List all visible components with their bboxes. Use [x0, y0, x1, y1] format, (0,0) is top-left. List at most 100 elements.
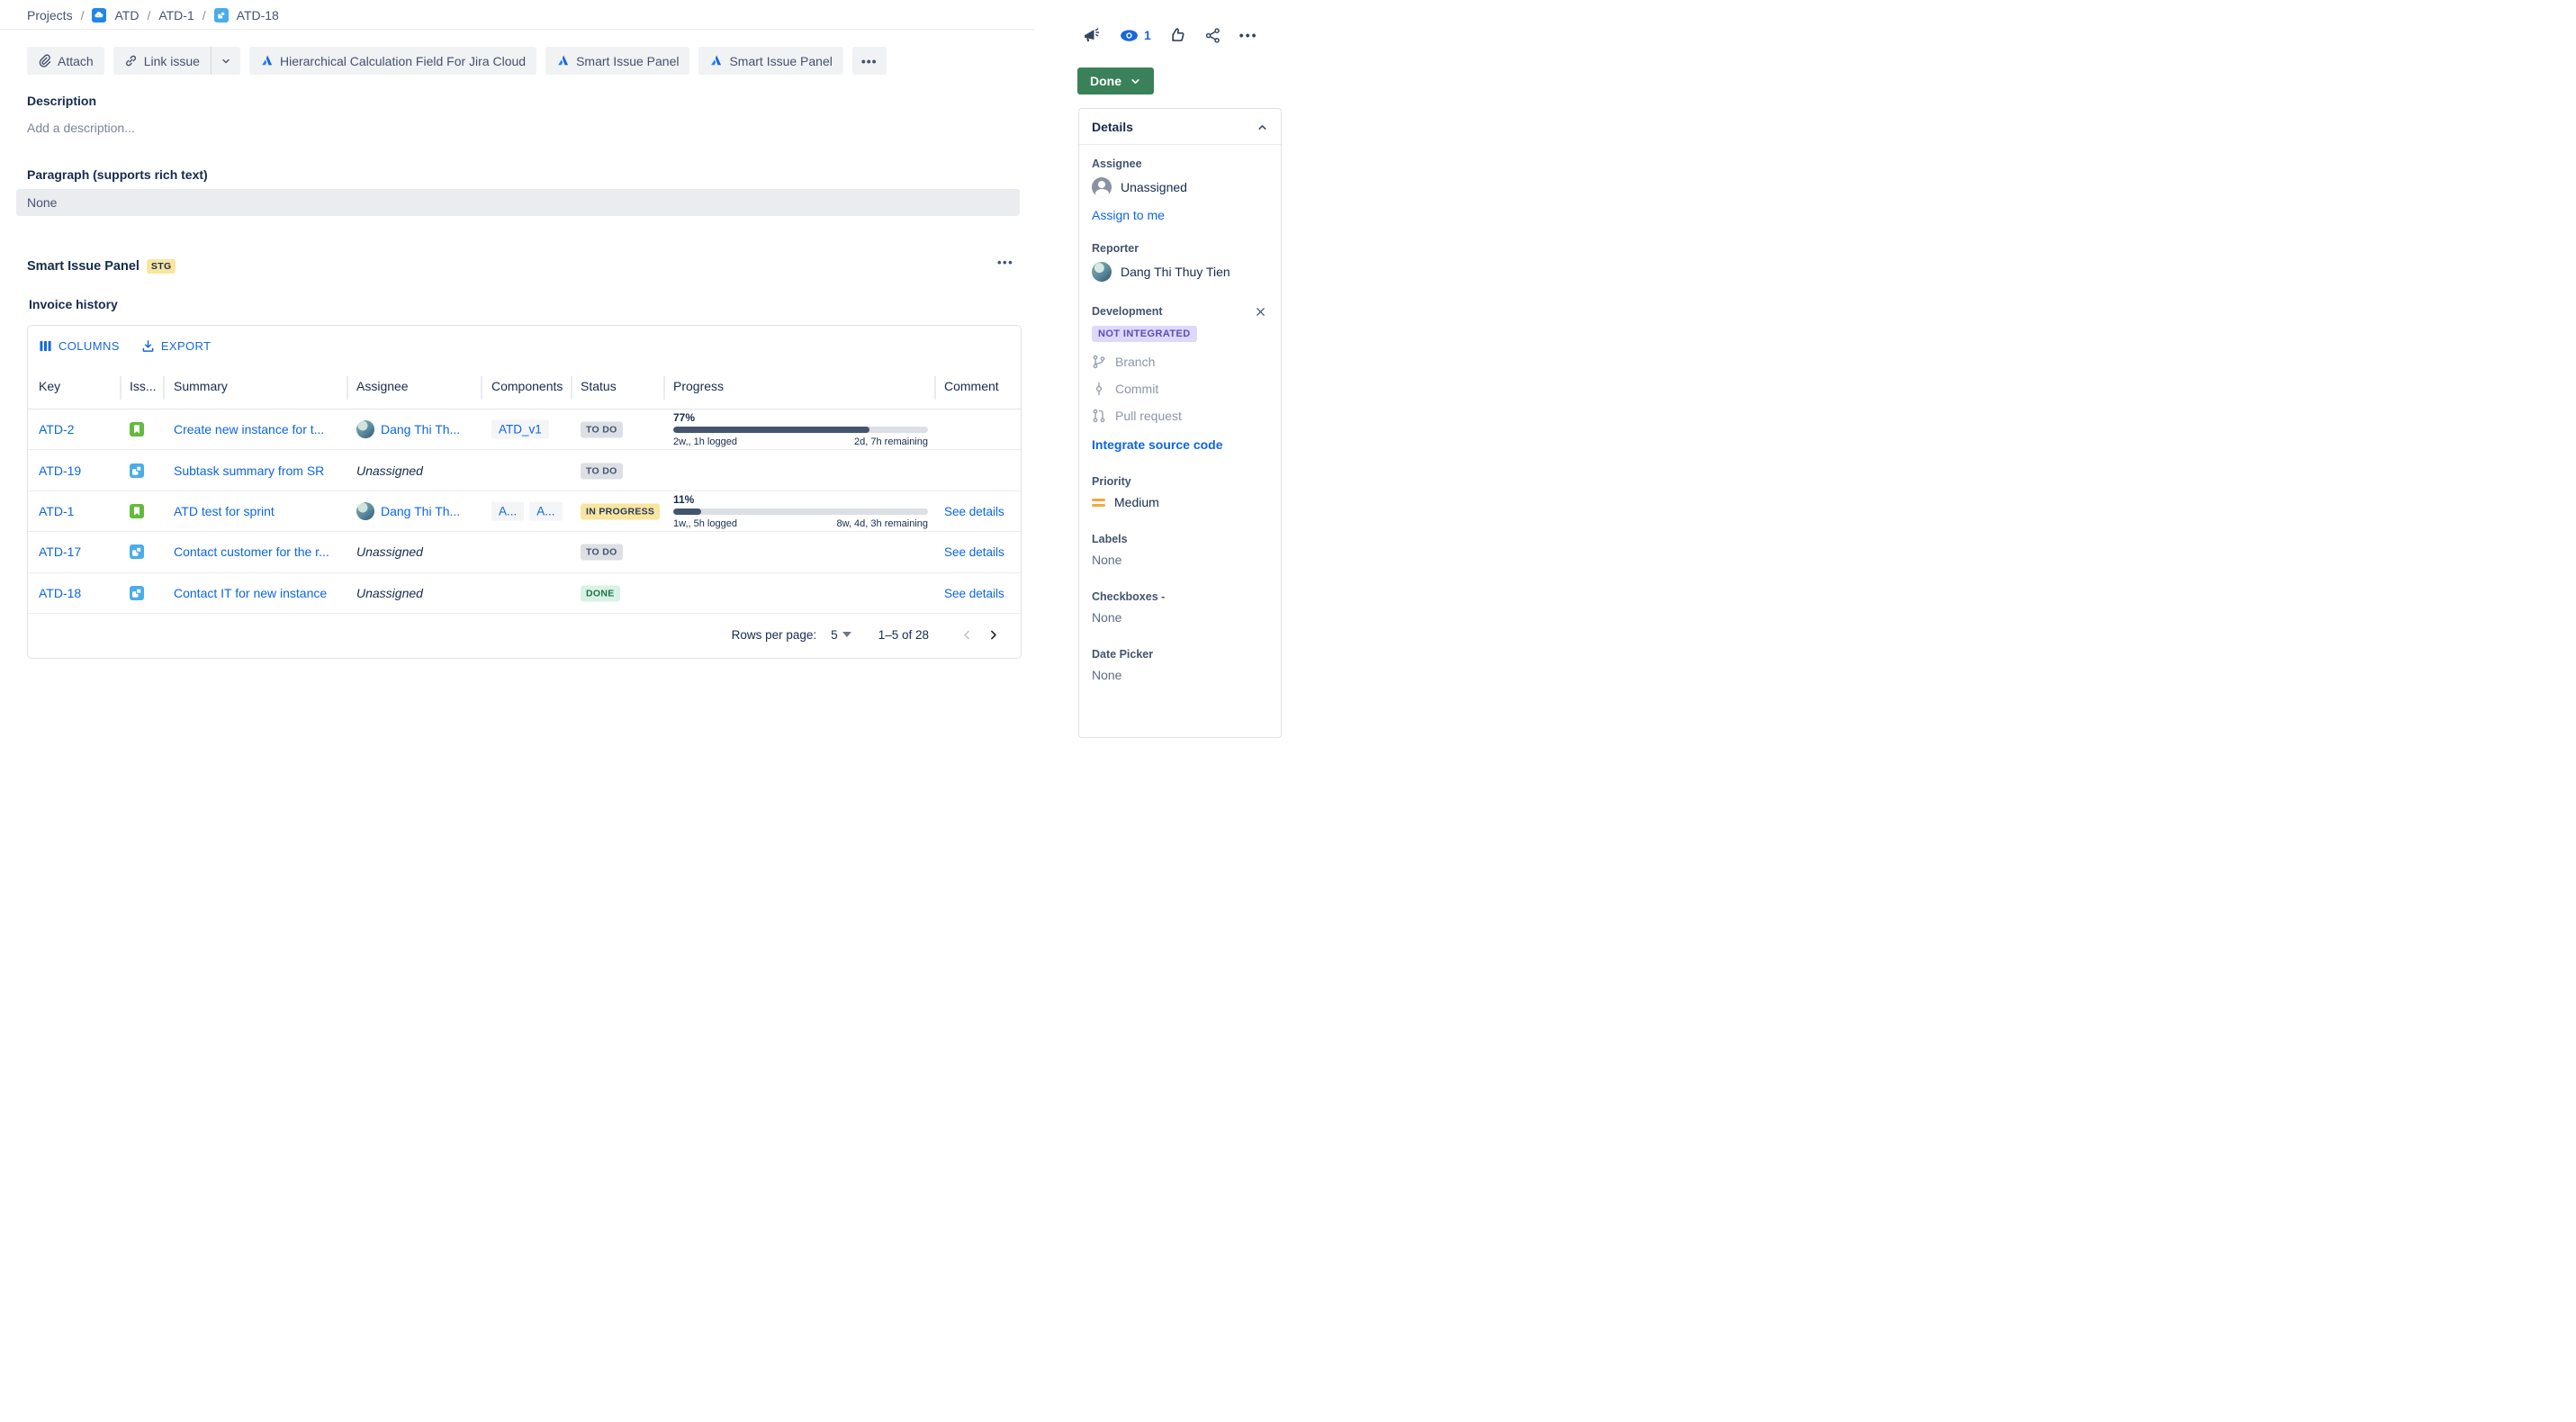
col-header-summary[interactable]: Summary — [174, 379, 228, 393]
atlassian-logo-icon — [556, 54, 570, 68]
assignee-link[interactable]: Dang Thi Th... — [381, 422, 460, 436]
dev-pull-request-item[interactable]: Pull request — [1092, 409, 1266, 423]
pagination-range: 1–5 of 28 — [878, 628, 929, 642]
progress-percent: 11% — [673, 493, 928, 506]
breadcrumb-projects[interactable]: Projects — [27, 8, 73, 22]
reporter-value: Dang Thi Thuy Tien — [1121, 265, 1230, 279]
assign-to-me-link[interactable]: Assign to me — [1092, 208, 1165, 222]
dev-commit-item[interactable]: Commit — [1092, 382, 1266, 396]
eye-icon — [1120, 29, 1139, 42]
issue-summary-link[interactable]: Subtask summary from SR — [174, 464, 324, 478]
reporter-label: Reporter — [1092, 242, 1266, 255]
see-details-link[interactable]: See details — [944, 505, 1004, 518]
issue-key-link[interactable]: ATD-2 — [39, 422, 74, 436]
issue-key-link[interactable]: ATD-1 — [39, 504, 74, 518]
issue-key-link[interactable]: ATD-19 — [39, 464, 81, 478]
rows-per-page-select[interactable]: 5 — [831, 628, 851, 642]
issue-key-link[interactable]: ATD-17 — [39, 544, 81, 559]
priority-label: Priority — [1092, 475, 1266, 488]
pull-request-icon — [1092, 409, 1106, 423]
share-button[interactable] — [1205, 28, 1220, 43]
assignee-avatar — [356, 420, 374, 438]
status-done-button[interactable]: Done — [1077, 68, 1154, 94]
col-header-progress[interactable]: Progress — [673, 379, 724, 393]
component-chip[interactable]: A... — [529, 501, 562, 520]
branch-icon — [1092, 355, 1106, 369]
priority-field[interactable]: Medium — [1092, 495, 1266, 509]
issue-summary-link[interactable]: ATD test for sprint — [174, 504, 275, 518]
component-chip[interactable]: ATD_v1 — [491, 420, 549, 439]
attach-button[interactable]: Attach — [27, 47, 104, 75]
col-header-comment[interactable]: Comment — [944, 379, 999, 393]
table-row: ATD-2 Create new instance for t... Dang Th… — [28, 410, 1021, 450]
paragraph-field-title: Paragraph (supports rich text) — [27, 167, 208, 182]
col-header-key[interactable]: Key — [39, 379, 60, 393]
priority-value: Medium — [1114, 495, 1159, 509]
chevron-up-icon — [1256, 122, 1268, 133]
table-row: ATD-19Subtask summary from SRUnassignedT… — [28, 450, 1021, 490]
description-placeholder[interactable]: Add a description... — [27, 121, 135, 135]
issue-key-link[interactable]: ATD-18 — [39, 586, 81, 600]
col-header-issuetype[interactable]: Iss... — [130, 379, 157, 393]
download-icon — [141, 339, 155, 353]
assignee-avatar — [356, 502, 374, 520]
breadcrumb-parent-issue[interactable]: ATD-1 — [158, 8, 194, 22]
app-button-smart-issue-panel-1[interactable]: Smart Issue Panel — [545, 47, 689, 75]
issue-summary-link[interactable]: Contact customer for the r... — [174, 544, 329, 559]
col-header-status[interactable]: Status — [581, 379, 617, 393]
project-avatar-icon — [92, 8, 106, 22]
issue-summary-link[interactable]: Contact IT for new instance — [174, 586, 327, 600]
col-header-assignee[interactable]: Assignee — [356, 379, 409, 393]
link-issue-dropdown-button[interactable] — [212, 47, 240, 75]
watch-button[interactable]: 1 — [1120, 28, 1151, 42]
issue-summary-link[interactable]: Create new instance for t... — [174, 422, 324, 436]
breadcrumb-current-issue[interactable]: ATD-18 — [237, 8, 279, 22]
see-details-link[interactable]: See details — [944, 545, 1004, 559]
toolbar-more-button[interactable]: ••• — [852, 47, 887, 75]
labels-value[interactable]: None — [1092, 553, 1266, 567]
assignee-field[interactable]: Unassigned — [1092, 177, 1266, 197]
panel-more-button[interactable]: ••• — [997, 256, 1013, 269]
collapse-details-button[interactable] — [1256, 122, 1268, 133]
col-header-components[interactable]: Components — [491, 379, 563, 393]
dev-branch-item[interactable]: Branch — [1092, 355, 1266, 369]
subtask-icon — [214, 8, 229, 22]
watch-count: 1 — [1144, 28, 1151, 42]
feedback-megaphone-button[interactable] — [1083, 27, 1101, 43]
date-picker-value[interactable]: None — [1092, 668, 1266, 682]
export-button[interactable]: EXPORT — [141, 339, 212, 353]
see-details-link[interactable]: See details — [944, 587, 1004, 600]
rows-per-page-label: Rows per page: — [732, 628, 817, 642]
story-icon — [130, 504, 144, 518]
issue-header-actions: 1 ••• — [1083, 27, 1258, 43]
details-panel-header[interactable]: Details — [1079, 109, 1281, 145]
paragraph-field-value[interactable]: None — [16, 189, 1020, 216]
progress-percent: 77% — [673, 411, 928, 424]
issue-more-button[interactable]: ••• — [1239, 28, 1258, 42]
app-button-hierarchical-calculation[interactable]: Hierarchical Calculation Field For Jira … — [249, 47, 536, 75]
breadcrumb-project[interactable]: ATD — [114, 8, 139, 22]
dismiss-development-button[interactable] — [1255, 306, 1266, 318]
columns-button[interactable]: COLUMNS — [39, 339, 120, 353]
link-issue-button[interactable]: Link issue — [113, 47, 211, 75]
status-chip: TO DO — [581, 544, 623, 561]
assignee-link[interactable]: Dang Thi Th... — [381, 504, 460, 518]
status-chip: DONE — [581, 585, 620, 601]
next-page-button[interactable] — [980, 626, 1006, 644]
app-button-smart-issue-panel-2[interactable]: Smart Issue Panel — [698, 47, 842, 75]
status-chip: TO DO — [581, 422, 623, 438]
checkboxes-value[interactable]: None — [1092, 610, 1266, 625]
vote-button[interactable] — [1170, 27, 1186, 43]
dev-commit-label: Commit — [1115, 382, 1158, 396]
progress-remaining: 2d, 7h remaining — [854, 436, 928, 447]
reporter-field[interactable]: Dang Thi Thuy Tien — [1092, 262, 1266, 282]
breadcrumb: Projects / ATD / ATD-1 / ATD-18 — [27, 8, 279, 22]
component-chip[interactable]: A... — [491, 501, 524, 520]
chevron-down-icon — [221, 56, 231, 67]
stg-badge: STG — [147, 259, 176, 274]
details-title: Details — [1092, 120, 1133, 134]
close-icon — [1255, 306, 1266, 318]
integrate-source-code-link[interactable]: Integrate source code — [1092, 437, 1223, 452]
previous-page-button[interactable] — [954, 626, 980, 644]
dev-pull-request-label: Pull request — [1115, 409, 1182, 423]
